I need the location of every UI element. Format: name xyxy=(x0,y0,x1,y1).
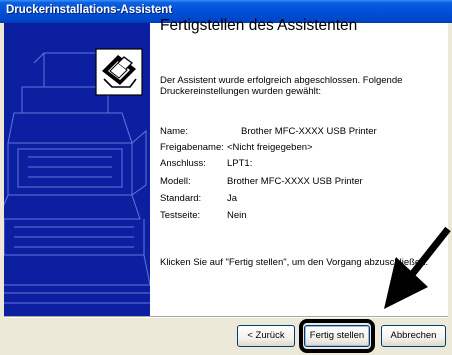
wizard-side-panel xyxy=(4,23,150,316)
setting-value: LPT1: xyxy=(227,158,253,169)
setting-value: Brother MFC-XXXX USB Printer xyxy=(241,126,377,137)
setting-label: Modell: xyxy=(160,176,191,187)
intro-text: Der Assistent wurde erfolgreich abgeschl… xyxy=(160,75,438,97)
setting-label: Freigabename: xyxy=(160,142,224,153)
intro-line-1: Der Assistent wurde erfolgreich abgeschl… xyxy=(160,75,403,86)
printer-illustration xyxy=(4,23,150,316)
setting-value: Brother MFC-XXXX USB Printer xyxy=(227,176,363,187)
finish-button[interactable]: Fertig stellen xyxy=(304,325,370,347)
wizard-content xyxy=(4,23,448,316)
setting-label: Testseite: xyxy=(160,210,201,221)
setting-value: Nein xyxy=(227,210,247,221)
setting-value: Ja xyxy=(227,193,238,204)
setting-label: Anschluss: xyxy=(160,158,206,169)
cancel-button[interactable]: Abbrechen xyxy=(381,325,446,347)
intro-line-2: Druckereinstellungen wurden gewählt: xyxy=(160,86,322,97)
setting-label: Name: xyxy=(160,126,188,137)
finish-instruction: Klicken Sie auf "Fertig stellen", um den… xyxy=(160,257,429,268)
wizard-window: Druckerinstallations-Assistent Fertigste… xyxy=(0,0,452,355)
back-button[interactable]: < Zurück xyxy=(237,325,295,347)
setting-label: Standard: xyxy=(160,193,202,204)
printer-logo-icon xyxy=(95,48,143,96)
button-divider xyxy=(4,316,448,318)
window-title: Druckerinstallations-Assistent xyxy=(6,4,173,16)
setting-value: <Nicht freigegeben> xyxy=(227,142,313,153)
page-title: Fertigstellen des Assistenten xyxy=(160,17,358,34)
